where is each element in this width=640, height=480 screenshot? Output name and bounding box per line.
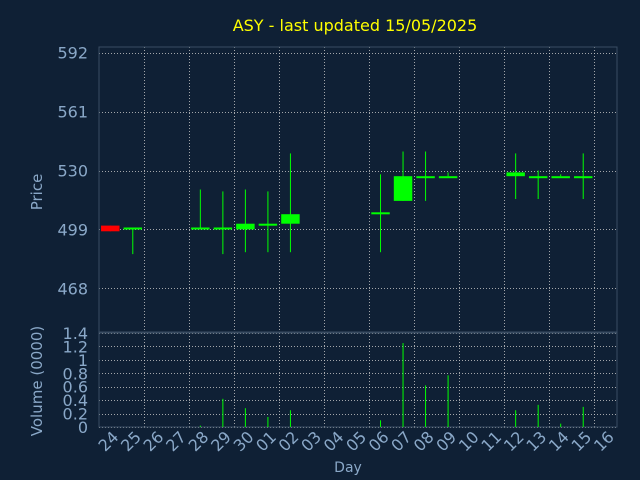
candle-body: [393, 176, 413, 201]
candle-body: [416, 176, 435, 179]
candle: [528, 170, 548, 199]
candle-body: [438, 176, 458, 179]
candle: [371, 174, 390, 253]
x-tick-label: 16: [590, 427, 618, 455]
price-tick-label: 592: [57, 44, 88, 63]
price-tick-label: 530: [57, 162, 88, 181]
price-axis-ticks: 592 561 530 499 468: [57, 44, 88, 299]
candle-body: [573, 176, 593, 179]
price-tick-label: 468: [57, 279, 88, 298]
candle: [236, 189, 255, 253]
volume-axis-ticks: 1.41.210.80.60.40.20: [63, 324, 88, 437]
price-tick-label: 499: [57, 220, 88, 239]
candle: [213, 191, 233, 255]
stock-chart: ASY - last updated 15/05/2025 592 561 530 4…: [0, 0, 640, 480]
candle-body: [123, 227, 143, 230]
candle-body: [258, 223, 278, 226]
candle: [258, 191, 278, 253]
chart-title: ASY - last updated 15/05/2025: [233, 16, 478, 35]
x-axis-label: Day: [334, 460, 362, 476]
candle-body: [528, 176, 548, 179]
volume-grid: [99, 333, 617, 428]
candle: [551, 174, 570, 179]
candle: [281, 153, 300, 253]
price-tick-label: 561: [57, 103, 88, 122]
price-plot-frame: [98, 46, 618, 333]
price-grid: [99, 47, 617, 332]
candle: [123, 227, 143, 255]
candle: [393, 151, 413, 201]
candle-body: [101, 225, 120, 232]
volume-axis-label: Volume (0000): [28, 326, 46, 436]
candle: [191, 189, 210, 230]
candle: [416, 151, 435, 201]
candle-body: [191, 227, 210, 230]
candle-body: [236, 223, 255, 230]
chart-canvas: ASY - last updated 15/05/2025 592 561 530 4…: [0, 0, 640, 480]
candle-body: [281, 214, 300, 224]
candle: [438, 172, 458, 179]
candle: [101, 225, 120, 232]
candle: [506, 153, 525, 199]
volume-tick-label: 0: [78, 418, 88, 437]
candle: [573, 153, 593, 199]
x-axis-ticks: 2425262728293001020304050607080910111213…: [95, 427, 618, 455]
price-axis-label: Price: [28, 174, 46, 211]
candle-body: [506, 172, 525, 177]
candle-body: [371, 212, 390, 215]
candlestick-series: [101, 151, 593, 255]
candle-body: [551, 176, 570, 179]
volume-plot-frame: [98, 332, 618, 428]
candle-body: [213, 227, 233, 230]
